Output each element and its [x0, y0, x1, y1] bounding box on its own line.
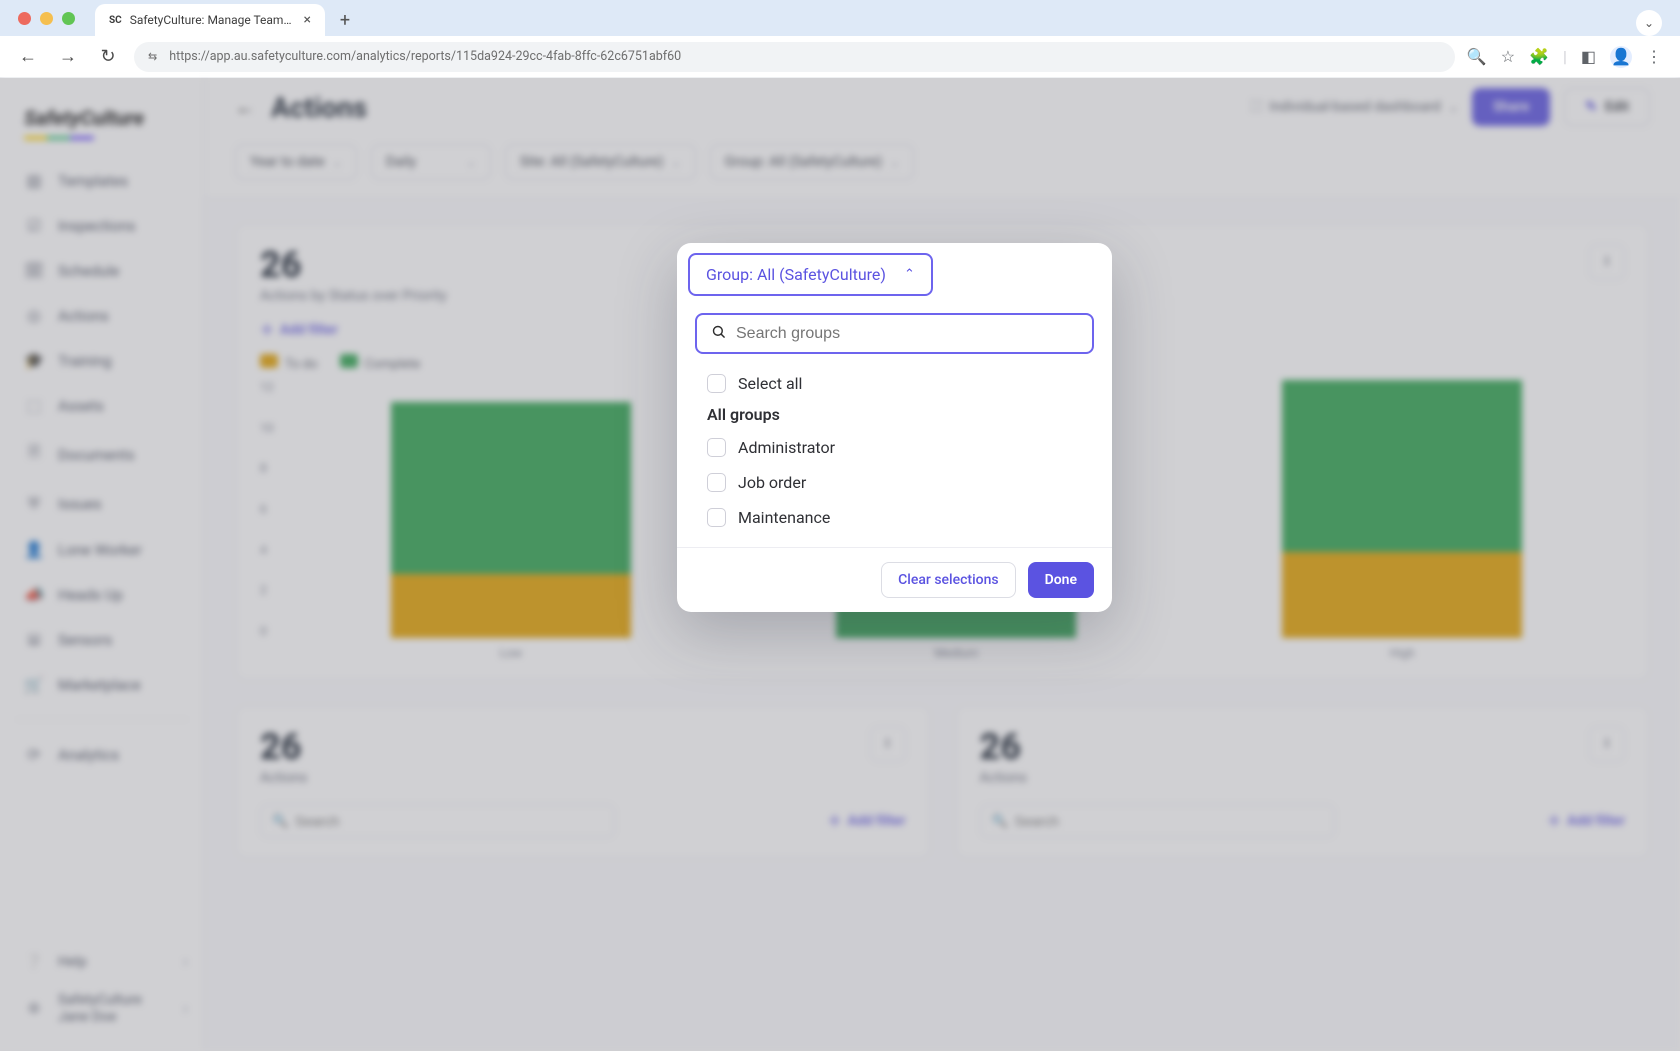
clear-selections-button[interactable]: Clear selections: [881, 562, 1015, 598]
extensions-icon[interactable]: 🧩: [1529, 47, 1549, 66]
checkbox-icon[interactable]: [707, 508, 726, 527]
window-controls: [18, 12, 75, 25]
done-button[interactable]: Done: [1028, 562, 1094, 598]
close-tab-icon[interactable]: ×: [304, 12, 311, 28]
select-all-row[interactable]: Select all: [703, 366, 1086, 401]
group-option-maintenance[interactable]: Maintenance: [703, 500, 1086, 535]
browser-tab-strip: SC SafetyCulture: Manage Teams and... × …: [0, 0, 1680, 36]
maximize-window-icon[interactable]: [62, 12, 75, 25]
address-bar[interactable]: ⇆ https://app.au.safetyculture.com/analy…: [134, 42, 1455, 72]
group-list-heading: All groups: [703, 401, 1086, 430]
group-filter-trigger[interactable]: Group: All (SafetyCulture) ⌃: [688, 253, 933, 296]
app-root: SafetyCulture ▧Templates ☑Inspections 🗓S…: [0, 78, 1680, 1051]
group-filter-dropdown: Group: All (SafetyCulture) ⌃ Select all …: [677, 243, 1112, 612]
minimize-window-icon[interactable]: [40, 12, 53, 25]
chevron-up-icon: ⌃: [904, 267, 915, 282]
favicon: SC: [109, 15, 122, 26]
option-label: Job order: [738, 473, 806, 492]
forward-icon[interactable]: →: [54, 46, 82, 67]
checkbox-icon[interactable]: [707, 438, 726, 457]
checkbox-icon[interactable]: [707, 374, 726, 393]
filter-label: Group: All (SafetyCulture): [706, 265, 886, 284]
bookmark-icon[interactable]: ☆: [1501, 47, 1515, 66]
url-text: https://app.au.safetyculture.com/analyti…: [169, 49, 681, 64]
menu-icon[interactable]: ⋮: [1646, 47, 1662, 66]
reload-icon[interactable]: ↻: [94, 46, 122, 67]
back-icon[interactable]: ←: [14, 46, 42, 67]
new-tab-button[interactable]: +: [331, 6, 359, 34]
tab-overflow-button[interactable]: ⌄: [1636, 10, 1662, 36]
dropdown-footer: Clear selections Done: [677, 547, 1112, 612]
select-all-label: Select all: [738, 374, 802, 393]
sidepanel-icon[interactable]: ◧: [1581, 47, 1596, 66]
profile-avatar-icon[interactable]: 👤: [1610, 46, 1632, 68]
tab-title: SafetyCulture: Manage Teams and...: [130, 13, 296, 27]
toolbar-right: 🔍 ☆ 🧩 | ◧ 👤 ⋮: [1467, 46, 1662, 68]
group-search-field[interactable]: [695, 313, 1094, 354]
close-window-icon[interactable]: [18, 12, 31, 25]
search-icon: [711, 324, 726, 343]
group-option-administrator[interactable]: Administrator: [703, 430, 1086, 465]
browser-tab[interactable]: SC SafetyCulture: Manage Teams and... ×: [95, 4, 325, 36]
group-search-input[interactable]: [736, 325, 1078, 343]
option-label: Administrator: [738, 438, 835, 457]
browser-toolbar: ← → ↻ ⇆ https://app.au.safetyculture.com…: [0, 36, 1680, 78]
site-info-icon[interactable]: ⇆: [148, 50, 157, 63]
group-option-job-order[interactable]: Job order: [703, 465, 1086, 500]
checkbox-icon[interactable]: [707, 473, 726, 492]
option-label: Maintenance: [738, 508, 830, 527]
zoom-icon[interactable]: 🔍: [1467, 47, 1487, 66]
